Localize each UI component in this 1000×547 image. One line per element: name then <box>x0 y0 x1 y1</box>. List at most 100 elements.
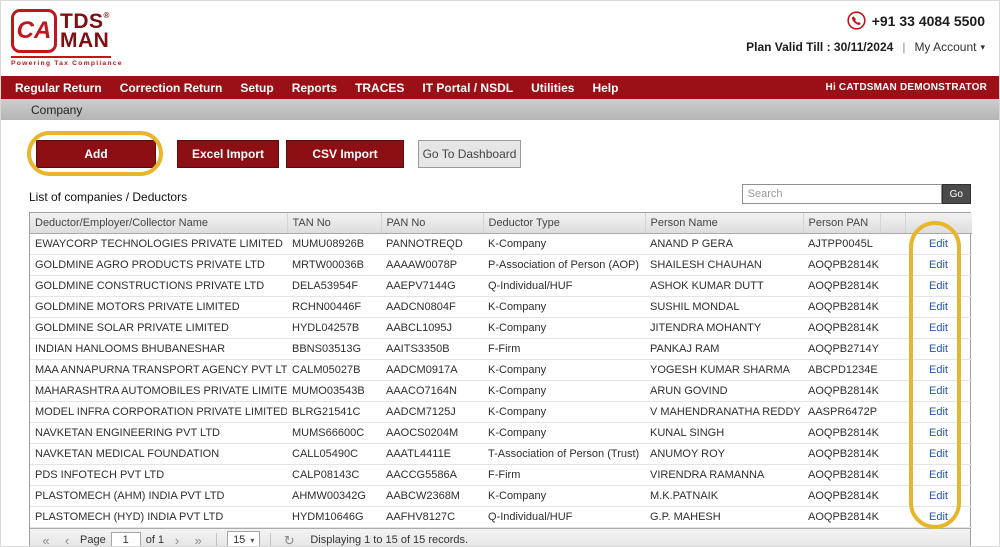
edit-link[interactable]: Edit <box>929 322 948 334</box>
edit-link[interactable]: Edit <box>929 427 948 439</box>
cell-edit: Edit <box>905 422 972 444</box>
cell-tan-no: AHMW00342G <box>287 485 381 507</box>
nav-item-setup[interactable]: Setup <box>240 81 273 95</box>
table-row[interactable]: PLASTOMECH (AHM) INDIA PVT LTD AHMW00342G… <box>30 485 972 507</box>
cell-person-pan: AOQPB2714Y <box>803 338 880 360</box>
edit-link[interactable]: Edit <box>929 490 948 502</box>
edit-link[interactable]: Edit <box>929 448 948 460</box>
ca-logo-mark: CA <box>11 9 57 53</box>
cell-deductor-type: K-Company <box>483 401 645 423</box>
cell-person-pan: AOQPB2814K <box>803 254 880 276</box>
nav-item-utilities[interactable]: Utilities <box>531 81 574 95</box>
nav-item-it-portal-nsdl[interactable]: IT Portal / NSDL <box>422 81 513 95</box>
cell-tan-no: CALP08143C <box>287 464 381 486</box>
refresh-icon[interactable]: ↻ <box>281 534 297 547</box>
go-to-dashboard-button[interactable]: Go To Dashboard <box>418 140 521 168</box>
nav-item-correction-return[interactable]: Correction Return <box>120 81 223 95</box>
cell-deductor-type: K-Company <box>483 317 645 339</box>
table-row[interactable]: PLASTOMECH (HYD) INDIA PVT LTD HYDM10646G… <box>30 506 972 528</box>
table-row[interactable]: MAHARASHTRA AUTOMOBILES PRIVATE LIMITED M… <box>30 380 972 402</box>
cell-spacer <box>880 485 905 507</box>
edit-link[interactable]: Edit <box>929 280 948 292</box>
cell-tan-no: BBNS03513G <box>287 338 381 360</box>
main-nav: Regular Return Correction Return Setup Repo… <box>1 76 999 99</box>
cell-person-name: ARUN GOVIND <box>645 380 803 402</box>
edit-link[interactable]: Edit <box>929 364 948 376</box>
cell-spacer <box>880 401 905 423</box>
cell-tan-no: DELA53954F <box>287 275 381 297</box>
cell-edit: Edit <box>905 485 972 507</box>
edit-link[interactable]: Edit <box>929 238 948 250</box>
first-page-button[interactable]: « <box>38 534 54 547</box>
next-page-button[interactable]: › <box>169 534 185 547</box>
cell-spacer <box>880 380 905 402</box>
edit-link[interactable]: Edit <box>929 469 948 481</box>
cell-pan-no: AADCM7125J <box>381 401 483 423</box>
table-row[interactable]: MODEL INFRA CORPORATION PRIVATE LIMITED B… <box>30 401 972 423</box>
column-header-person-name[interactable]: Person Name <box>645 213 804 234</box>
cell-tan-no: RCHN00446F <box>287 296 381 318</box>
column-header-tan-no[interactable]: TAN No <box>287 213 382 234</box>
column-header-empty <box>905 213 972 234</box>
table-row[interactable]: GOLDMINE MOTORS PRIVATE LIMITED RCHN00446… <box>30 296 972 318</box>
page-size-select[interactable]: 15 ▾ <box>227 531 261 546</box>
add-button[interactable]: Add <box>36 140 156 168</box>
edit-link[interactable]: Edit <box>929 343 948 355</box>
table-row[interactable]: INDIAN HANLOOMS BHUBANESHAR BBNS03513G AAI… <box>30 338 972 360</box>
cell-deductor-type: Q-Individual/HUF <box>483 275 645 297</box>
cell-person-pan: AOQPB2814K <box>803 443 880 465</box>
search-go-button[interactable]: Go <box>941 184 971 204</box>
cell-person-name: YOGESH KUMAR SHARMA <box>645 359 803 381</box>
logo-tagline: Powering Tax Compliance <box>11 56 122 67</box>
column-header-pan-no[interactable]: PAN No <box>381 213 484 234</box>
column-header-deductor-employer-collector-name[interactable]: Deductor/Employer/Collector Name <box>30 213 288 234</box>
table-row[interactable]: NAVKETAN ENGINEERING PVT LTD MUMS66600C AA… <box>30 422 972 444</box>
table-row[interactable]: EWAYCORP TECHNOLOGIES PRIVATE LIMITED MUM… <box>30 233 972 255</box>
cell-edit: Edit <box>905 464 972 486</box>
table-row[interactable]: NAVKETAN MEDICAL FOUNDATION CALL05490C AAA… <box>30 443 972 465</box>
excel-import-button[interactable]: Excel Import <box>177 140 279 168</box>
csv-import-button[interactable]: CSV Import <box>286 140 404 168</box>
cell-deductor-type: K-Company <box>483 233 645 255</box>
nav-item-traces[interactable]: TRACES <box>355 81 404 95</box>
table-row[interactable]: GOLDMINE SOLAR PRIVATE LIMITED HYDL04257B… <box>30 317 972 339</box>
chevron-down-icon: ▾ <box>250 535 255 545</box>
search-input[interactable] <box>741 184 942 204</box>
table-row[interactable]: MAA ANNAPURNA TRANSPORT AGENCY PVT LTD CA… <box>30 359 972 381</box>
toolbar: Add Excel Import CSV Import Go To Dashbo… <box>36 140 999 168</box>
tdsman-window: CA TDS® MAN Powering Tax Compliance +91 … <box>0 0 1000 547</box>
column-header-deductor-type[interactable]: Deductor Type <box>483 213 646 234</box>
cell-person-name: JITENDRA MOHANTY <box>645 317 803 339</box>
cell-deductor-name: PLASTOMECH (AHM) INDIA PVT LTD <box>30 485 287 507</box>
edit-link[interactable]: Edit <box>929 301 948 313</box>
page-number-input[interactable] <box>110 532 141 546</box>
edit-link[interactable]: Edit <box>929 259 948 271</box>
column-header-person-pan[interactable]: Person PAN <box>803 213 881 234</box>
table-row[interactable]: PDS INFOTECH PVT LTD CALP08143C AACCG5586A… <box>30 464 972 486</box>
cell-person-pan: AOQPB2814K <box>803 464 880 486</box>
cell-deductor-name: NAVKETAN ENGINEERING PVT LTD <box>30 422 287 444</box>
edit-link[interactable]: Edit <box>929 406 948 418</box>
phone-icon <box>847 11 866 30</box>
nav-item-reports[interactable]: Reports <box>292 81 337 95</box>
table-row[interactable]: GOLDMINE AGRO PRODUCTS PRIVATE LTD MRTW00… <box>30 254 972 276</box>
cell-pan-no: AABCL1095J <box>381 317 483 339</box>
list-header: List of companies / Deductors Go <box>29 184 971 204</box>
edit-link[interactable]: Edit <box>929 385 948 397</box>
last-page-button[interactable]: » <box>190 534 206 547</box>
tdsman-logo: CA TDS® MAN Powering Tax Compliance <box>11 9 122 67</box>
cell-edit: Edit <box>905 275 972 297</box>
nav-item-help[interactable]: Help <box>592 81 618 95</box>
edit-link[interactable]: Edit <box>929 511 948 523</box>
search-bar: Go <box>741 184 971 204</box>
cell-deductor-type: F-Firm <box>483 338 645 360</box>
my-account-menu[interactable]: My Account ▾ <box>914 40 985 54</box>
cell-person-name: ASHOK KUMAR DUTT <box>645 275 803 297</box>
cell-deductor-type: K-Company <box>483 296 645 318</box>
table-row[interactable]: GOLDMINE CONSTRUCTIONS PRIVATE LTD DELA53… <box>30 275 972 297</box>
cell-deductor-name: GOLDMINE CONSTRUCTIONS PRIVATE LTD <box>30 275 287 297</box>
prev-page-button[interactable]: ‹ <box>59 534 75 547</box>
cell-edit: Edit <box>905 233 972 255</box>
nav-item-regular-return[interactable]: Regular Return <box>15 81 102 95</box>
cell-person-name: V MAHENDRANATHA REDDY <box>645 401 803 423</box>
